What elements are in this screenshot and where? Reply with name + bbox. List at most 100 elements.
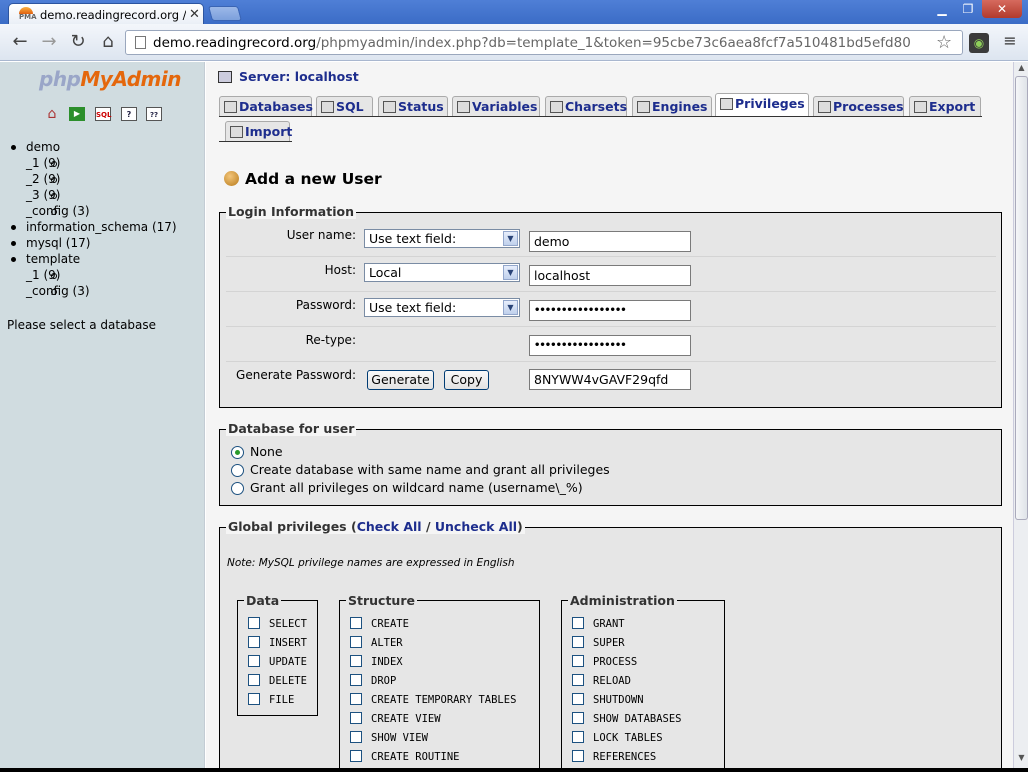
password-mode-select[interactable]: Use text field: ▼ [364,298,520,317]
tab-variables[interactable]: Variables [452,96,540,117]
scrollbar-thumb[interactable] [1015,76,1028,520]
password-input[interactable]: ••••••••••••••••• [529,300,691,321]
privilege-create-temporary-tables-checkbox[interactable]: CREATE TEMPORARY TABLES [350,693,516,706]
extension-icon[interactable]: ◉ [969,33,989,53]
radio-unchecked-icon [231,482,244,495]
privilege-references-checkbox[interactable]: REFERENCES [572,750,656,763]
navigation-frame: phpMyAdmin ⌂ ▶ SQL ? ?? demo _1 (9) _2 (… [0,62,205,768]
bookmark-star-icon[interactable]: ☆ [936,32,952,53]
privilege-insert-checkbox[interactable]: INSERT [248,636,307,649]
new-tab-button[interactable] [207,6,243,21]
radio-wildcard-privileges[interactable]: Grant all privileges on wildcard name (u… [231,480,583,495]
back-icon[interactable]: ← [8,30,32,54]
generated-password-input[interactable]: 8NYWW4vGAVF29qfd [529,369,691,390]
check-all-link[interactable]: Check All [357,519,422,534]
privilege-process-checkbox[interactable]: PROCESS [572,655,637,668]
username-input[interactable]: demo [529,231,691,252]
table-item[interactable]: _config (3) [0,203,177,219]
home-icon[interactable]: ⌂ [44,107,60,121]
login-information-fieldset: Login Information User name: Use text fi… [219,204,1002,408]
privilege-drop-checkbox[interactable]: DROP [350,674,396,687]
scroll-up-icon[interactable]: ▲ [1016,63,1027,75]
checkbox-icon [350,636,362,648]
window-close-icon[interactable]: ✕ [982,0,1022,18]
checkbox-icon [572,731,584,743]
db-item-demo[interactable]: demo [0,139,177,155]
privilege-file-checkbox[interactable]: FILE [248,693,294,706]
checkbox-icon [350,674,362,686]
wrench-menu-icon[interactable]: ≡ [1000,31,1020,53]
host-label: Host: [324,263,356,277]
database-for-user-fieldset: Database for user None Create database w… [219,421,1002,506]
tab-privileges[interactable]: Privileges [715,93,809,117]
privilege-create-routine-checkbox[interactable]: CREATE ROUTINE [350,750,460,763]
tab-databases[interactable]: Databases [219,96,313,117]
home-icon[interactable]: ⌂ [96,30,120,54]
chevron-down-icon: ▼ [503,265,518,280]
table-item[interactable]: _1 (9) [0,267,177,283]
database-for-user-legend: Database for user [226,421,357,436]
table-item[interactable]: _2 (9) [0,171,177,187]
privilege-index-checkbox[interactable]: INDEX [350,655,403,668]
privilege-create-view-checkbox[interactable]: CREATE VIEW [350,712,441,725]
server-title[interactable]: Server: localhost [218,69,359,84]
tab-close-icon[interactable]: ✕ [189,7,200,22]
global-privileges-fieldset: Global privileges (Check All / Uncheck A… [219,519,1002,768]
tab-status[interactable]: Status [378,96,448,117]
radio-none[interactable]: None [231,444,283,459]
docs-icon[interactable]: ?? [146,107,162,121]
radio-checked-icon [231,446,244,459]
checkbox-icon [572,674,584,686]
exit-icon[interactable]: ▶ [69,107,85,121]
query-window-icon[interactable]: ? [121,107,137,121]
scroll-down-icon[interactable]: ▼ [1016,753,1027,765]
forward-icon[interactable]: → [37,30,61,54]
radio-create-database[interactable]: Create database with same name and grant… [231,462,610,477]
restore-icon[interactable]: ❐ [956,0,980,18]
checkbox-icon [350,655,362,667]
table-item[interactable]: _1 (9) [0,155,177,171]
privilege-reload-checkbox[interactable]: RELOAD [572,674,631,687]
table-item[interactable]: _config (3) [0,283,177,299]
browser-tab-active[interactable]: PMA demo.readingrecord.org / loc ✕ [8,3,204,25]
table-item[interactable]: _3 (9) [0,187,177,203]
privilege-show-view-checkbox[interactable]: SHOW VIEW [350,731,428,744]
vertical-scrollbar[interactable]: ▲ ▼ [1013,62,1028,768]
privilege-delete-checkbox[interactable]: DELETE [248,674,307,687]
reload-icon[interactable]: ↻ [66,30,90,54]
privilege-super-checkbox[interactable]: SUPER [572,636,625,649]
privilege-select-checkbox[interactable]: SELECT [248,617,307,630]
tab-sql[interactable]: SQL [316,96,373,117]
host-mode-select[interactable]: Local ▼ [364,263,520,282]
tab-processes[interactable]: Processes [813,96,904,117]
privilege-shutdown-checkbox[interactable]: SHUTDOWN [572,693,644,706]
minimize-icon[interactable]: ▁ [930,0,954,18]
privilege-update-checkbox[interactable]: UPDATE [248,655,307,668]
engines-icon [637,101,650,113]
address-bar[interactable]: demo.readingrecord.org/phpmyadmin/index.… [125,30,963,55]
tab-export[interactable]: Export [909,96,981,117]
privilege-grant-checkbox[interactable]: GRANT [572,617,625,630]
privilege-show-databases-checkbox[interactable]: SHOW DATABASES [572,712,682,725]
username-mode-select[interactable]: Use text field: ▼ [364,229,520,248]
privilege-lock-tables-checkbox[interactable]: LOCK TABLES [572,731,663,744]
pma-favicon-icon: PMA [19,7,37,21]
retype-password-input[interactable]: ••••••••••••••••• [529,335,691,356]
checkbox-icon [248,693,260,705]
generate-button[interactable]: Generate [367,370,434,390]
host-input[interactable]: localhost [529,265,691,286]
checkbox-icon [350,712,362,724]
phpmyadmin-logo[interactable]: phpMyAdmin [39,67,181,91]
tab-engines[interactable]: Engines [632,96,712,117]
tab-charsets[interactable]: Charsets [545,96,627,117]
db-item-information-schema[interactable]: information_schema (17) [0,219,177,235]
db-item-mysql[interactable]: mysql (17) [0,235,177,251]
privilege-create-checkbox[interactable]: CREATE [350,617,409,630]
uncheck-all-link[interactable]: Uncheck All [435,519,517,534]
sql-icon[interactable]: SQL [95,107,111,121]
tab-import[interactable]: Import [225,121,292,142]
tab-underline [219,116,982,117]
privilege-alter-checkbox[interactable]: ALTER [350,636,403,649]
db-item-template[interactable]: template [0,251,177,267]
copy-button[interactable]: Copy [444,370,489,390]
